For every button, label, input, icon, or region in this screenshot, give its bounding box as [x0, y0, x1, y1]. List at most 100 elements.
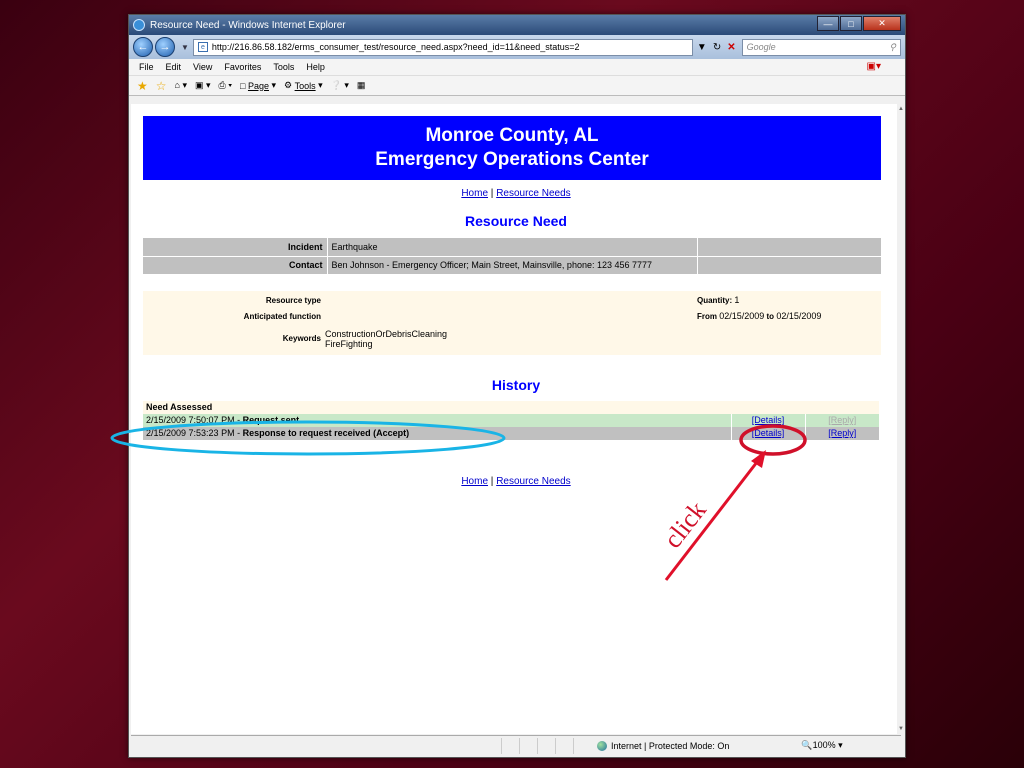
quantity: Quantity: 1: [697, 295, 739, 305]
status-segment: [501, 737, 519, 754]
command-bar: ★ ☆ ⌂ ▾ ▣ ▾ ⎙ ▾ □ Page ▾ ⚙ Tools ▾ ❔ ▾ ▦: [129, 76, 905, 96]
status-segment: [555, 737, 573, 754]
history-dropdown-icon[interactable]: ▼: [181, 43, 189, 52]
reply-cell: [Reply]: [804, 413, 879, 427]
menu-edit[interactable]: Edit: [166, 62, 182, 72]
scroll-up-icon[interactable]: ▲: [898, 106, 904, 112]
title-bar: Resource Need - Windows Internet Explore…: [129, 15, 905, 35]
resource-needs-link[interactable]: Resource Needs: [496, 476, 570, 487]
details-link[interactable]: [Details]: [752, 428, 785, 438]
details-cell: [Details]: [730, 426, 805, 440]
history-time: 2/15/2009 7:50:07 PM -: [146, 415, 243, 425]
window-title: Resource Need - Windows Internet Explore…: [150, 19, 346, 31]
search-input[interactable]: Google ⚲: [741, 38, 901, 56]
history-group-label: Need Assessed: [143, 400, 879, 414]
incident-label: Incident: [143, 238, 327, 257]
keyword-item: FireFighting: [325, 338, 373, 349]
resource-details: Resource type Anticipated function Keywo…: [143, 290, 881, 355]
contact-extra: [696, 256, 881, 275]
anticipated-function-row: Anticipated function: [143, 312, 325, 321]
maximize-button[interactable]: □: [840, 16, 862, 31]
history-event: Request sent: [242, 415, 300, 425]
incident-row: Incident Earthquake: [143, 238, 881, 257]
page-content: Monroe County, AL Emergency Operations C…: [131, 104, 901, 734]
home-link[interactable]: Home: [461, 188, 488, 199]
forward-arrow-icon[interactable]: →: [155, 37, 175, 57]
minimize-button[interactable]: —: [817, 16, 839, 31]
reply-link[interactable]: [Reply]: [828, 428, 856, 438]
research-icon[interactable]: ▦: [357, 80, 366, 91]
stop-icon[interactable]: ✕: [727, 42, 735, 53]
history-table: Need Assessed 2/15/2009 7:50:07 PM - Req…: [143, 400, 879, 440]
details-link[interactable]: [Details]: [752, 415, 785, 425]
scroll-down-icon[interactable]: ▼: [898, 726, 904, 732]
address-bar[interactable]: e http://216.86.58.182/erms_consumer_tes…: [192, 38, 693, 56]
address-dropdown-icon[interactable]: ▼: [697, 42, 707, 53]
contact-row: Contact Ben Johnson - Emergency Officer;…: [143, 256, 881, 275]
help-icon[interactable]: ❔ ▾: [331, 80, 349, 91]
menu-bar: File Edit View Favorites Tools Help ▣▾: [129, 59, 905, 76]
header-line1: Monroe County, AL: [425, 125, 599, 146]
nav-separator: |: [490, 475, 494, 487]
history-group-row: Need Assessed: [143, 400, 879, 414]
status-segment: [519, 737, 537, 754]
incident-value: Earthquake: [326, 238, 697, 257]
resource-type-label: Resource type: [265, 295, 321, 305]
resource-need-title: Resource Need: [465, 213, 567, 229]
zoom-control[interactable]: 🔍100% ▾: [801, 740, 842, 751]
back-arrow-icon[interactable]: ←: [133, 37, 153, 57]
favorites-star-icon[interactable]: ★: [137, 79, 148, 93]
reply-cell: [Reply]: [804, 426, 879, 440]
close-button[interactable]: ✕: [863, 16, 901, 31]
menu-favorites[interactable]: Favorites: [224, 62, 261, 72]
address-tools: ▼ ↻ ✕: [697, 42, 742, 53]
home-icon[interactable]: ⌂ ▾: [175, 80, 187, 91]
status-bar: Internet | Protected Mode: On 🔍100% ▾: [131, 735, 901, 755]
history-event: Response to request received (Accept): [242, 428, 410, 438]
history-entry: 2/15/2009 7:53:23 PM - Response to reque…: [143, 426, 731, 440]
keywords-values: ConstructionOrDebrisCleaning FireFightin…: [325, 329, 447, 349]
resource-type-row: Resource type: [143, 296, 325, 305]
search-icon[interactable]: ⚲: [889, 42, 896, 53]
details-cell: [Details]: [730, 413, 805, 427]
reply-link[interactable]: [Reply]: [828, 415, 856, 425]
history-title: History: [491, 376, 541, 393]
contact-value: Ben Johnson - Emergency Officer; Main St…: [326, 256, 697, 275]
status-segment: [573, 737, 591, 754]
zone-text: Internet | Protected Mode: On: [611, 740, 730, 751]
add-favorites-icon[interactable]: ☆: [156, 79, 167, 93]
vertical-scrollbar[interactable]: ▲ ▼: [897, 104, 905, 734]
quantity-value: 1: [734, 294, 740, 305]
menu-file[interactable]: File: [139, 62, 154, 72]
address-row: ← → ▼ e http://216.86.58.182/erms_consum…: [129, 35, 905, 59]
resource-needs-link[interactable]: Resource Needs: [496, 188, 570, 199]
menu-view[interactable]: View: [193, 62, 212, 72]
nav-separator: |: [490, 188, 494, 199]
to-date: 02/15/2009: [776, 310, 822, 321]
home-link[interactable]: Home: [461, 476, 488, 487]
security-zone[interactable]: Internet | Protected Mode: On: [597, 740, 730, 751]
window-controls: — □ ✕: [816, 16, 901, 31]
history-time: 2/15/2009 7:53:23 PM -: [146, 428, 243, 438]
eoc-header: Monroe County, AL Emergency Operations C…: [143, 116, 881, 180]
ie-logo-icon: [133, 19, 145, 31]
refresh-icon[interactable]: ↻: [713, 42, 721, 53]
tools-menu[interactable]: ⚙ Tools ▾: [284, 80, 323, 91]
page-menu[interactable]: □ Page ▾: [240, 80, 276, 91]
table-row: 2/15/2009 7:50:07 PM - Request sent [Det…: [143, 413, 879, 427]
browser-window: Resource Need - Windows Internet Explore…: [128, 14, 906, 758]
header-line2: Emergency Operations Center: [375, 149, 649, 170]
keywords-label: Keywords: [282, 333, 321, 343]
print-icon[interactable]: ⎙ ▾: [219, 80, 232, 91]
addon-icon[interactable]: ▣▾: [867, 61, 881, 72]
url-text: http://216.86.58.182/erms_consumer_test/…: [211, 42, 580, 52]
keywords-row: Keywords ConstructionOrDebrisCleaning Fi…: [143, 329, 447, 349]
from-label: From: [697, 311, 717, 321]
menu-tools[interactable]: Tools: [273, 62, 294, 72]
feeds-icon[interactable]: ▣ ▾: [195, 80, 211, 91]
to-label: to: [766, 311, 775, 321]
search-placeholder: Google: [746, 42, 776, 52]
bottom-nav-links: Home | Resource Needs: [131, 476, 901, 487]
menu-help[interactable]: Help: [306, 62, 325, 72]
date-range: From 02/15/2009 to 02/15/2009: [697, 311, 821, 321]
